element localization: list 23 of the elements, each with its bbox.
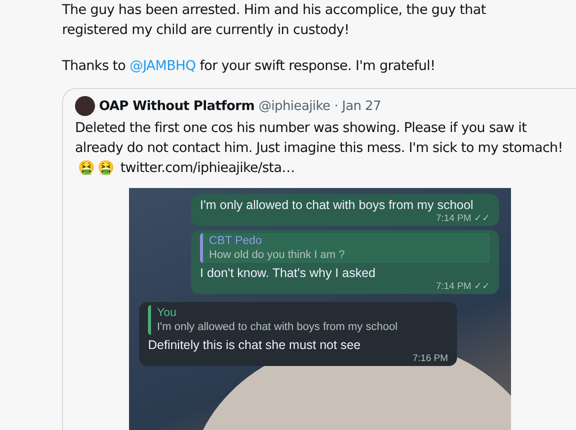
- emoji: 🤮: [98, 160, 114, 176]
- message-text: I'm only allowed to chat with boys from my school: [200, 197, 474, 213]
- tweet-text: Thanks to @JAMBHQ for your swift response. I'm grateful!: [62, 57, 436, 76]
- message-time: 7:14 PM ✓✓: [434, 281, 490, 292]
- quoted-tweet-card[interactable]: [62, 88, 576, 430]
- tweet-date: Jan 27: [342, 98, 381, 114]
- avatar: [75, 96, 95, 116]
- reply-text: I'm only allowed to chat with boys from my school: [157, 320, 399, 334]
- emoji: 🤮: [78, 160, 95, 176]
- reply-text: How old do you think I am ?: [209, 248, 346, 262]
- tweet-text: registered my child are currently in custody!: [62, 21, 350, 40]
- message-time: 7:14 PM ✓✓: [434, 213, 490, 224]
- quoted-tweet-text: Deleted the first one cos his number was showing. Please if you saw it already do not contact him. Just imagine this mess. I'm sick to my stomach! 🤮 🤮 twitter.com/iphieajike/sta…: [75, 119, 564, 178]
- message-text: Definitely this is chat she must not see: [148, 337, 362, 353]
- reply-name: You: [157, 306, 178, 320]
- message-time: 7:16 PM: [412, 353, 448, 364]
- separator: ·: [334, 98, 338, 114]
- author-name[interactable]: OAP Without Platform: [99, 98, 255, 114]
- tweet-link[interactable]: twitter.com/iphieajike/sta…: [120, 160, 295, 176]
- author-handle: @iphieajike: [258, 98, 330, 114]
- tweet-text: The guy has been arrested. Him and his accomplice, the guy that: [62, 1, 487, 20]
- reply-name: CBT Pedo: [209, 234, 263, 248]
- message-text: I don't know. That's why I asked: [200, 265, 376, 281]
